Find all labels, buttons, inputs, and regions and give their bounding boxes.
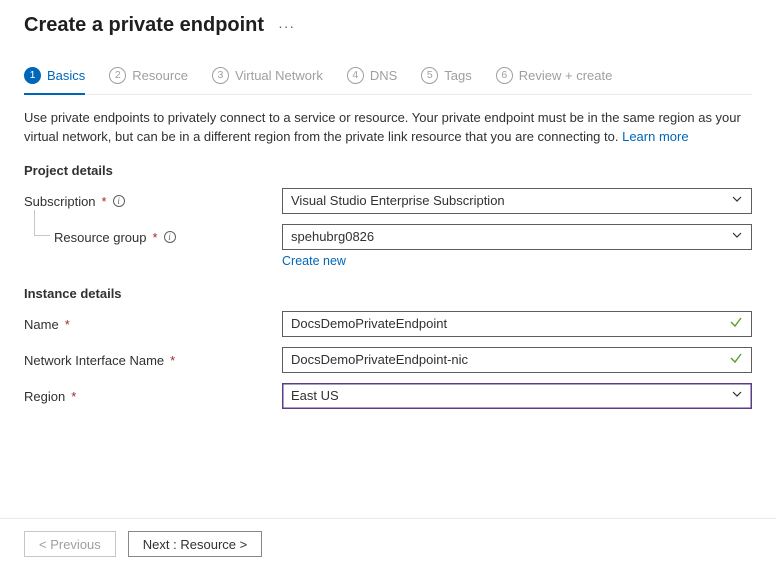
label-nic-name: Network Interface Name — [24, 353, 164, 368]
required-indicator: * — [102, 194, 107, 209]
required-indicator: * — [71, 389, 76, 404]
select-value: East US — [291, 388, 339, 403]
tab-number-icon: 2 — [109, 67, 126, 84]
label-subscription: Subscription — [24, 194, 96, 209]
info-icon[interactable]: i — [113, 195, 125, 207]
more-actions-icon[interactable]: ··· — [278, 18, 295, 34]
tab-tags[interactable]: 5 Tags — [421, 61, 471, 94]
required-indicator: * — [170, 353, 175, 368]
heading-project-details: Project details — [24, 163, 752, 178]
tab-basics[interactable]: 1 Basics — [24, 61, 85, 94]
nic-name-input[interactable]: DocsDemoPrivateEndpoint-nic — [282, 347, 752, 373]
label-name: Name — [24, 317, 59, 332]
name-input[interactable]: DocsDemoPrivateEndpoint — [282, 311, 752, 337]
tab-virtual-network[interactable]: 3 Virtual Network — [212, 61, 323, 94]
tab-dns[interactable]: 4 DNS — [347, 61, 397, 94]
page-title: Create a private endpoint — [24, 14, 264, 37]
tab-number-icon: 5 — [421, 67, 438, 84]
input-value: DocsDemoPrivateEndpoint — [291, 316, 447, 331]
label-resource-group: Resource group — [54, 230, 147, 245]
next-button[interactable]: Next : Resource > — [128, 531, 262, 557]
wizard-footer: < Previous Next : Resource > — [0, 518, 776, 569]
wizard-tabs: 1 Basics 2 Resource 3 Virtual Network 4 … — [24, 61, 752, 95]
tab-label: Tags — [444, 68, 471, 83]
tab-number-icon: 4 — [347, 67, 364, 84]
tab-resource[interactable]: 2 Resource — [109, 61, 188, 94]
chevron-down-icon — [731, 193, 743, 208]
validation-ok-icon — [729, 315, 743, 332]
resource-group-select[interactable]: spehubrg0826 — [282, 224, 752, 250]
intro-text: Use private endpoints to privately conne… — [24, 109, 752, 147]
tree-connector-icon — [34, 210, 50, 236]
create-new-rg-link[interactable]: Create new — [282, 254, 752, 268]
tab-number-icon: 1 — [24, 67, 41, 84]
chevron-down-icon — [731, 229, 743, 244]
input-value: DocsDemoPrivateEndpoint-nic — [291, 352, 468, 367]
select-value: spehubrg0826 — [291, 229, 374, 244]
tab-number-icon: 6 — [496, 67, 513, 84]
tab-label: Review + create — [519, 68, 613, 83]
heading-instance-details: Instance details — [24, 286, 752, 301]
learn-more-link[interactable]: Learn more — [622, 129, 688, 144]
tab-number-icon: 3 — [212, 67, 229, 84]
previous-button: < Previous — [24, 531, 116, 557]
label-region: Region — [24, 389, 65, 404]
required-indicator: * — [153, 230, 158, 245]
region-select[interactable]: East US — [282, 383, 752, 409]
info-icon[interactable]: i — [164, 231, 176, 243]
tab-label: Basics — [47, 68, 85, 83]
select-value: Visual Studio Enterprise Subscription — [291, 193, 505, 208]
tab-review-create[interactable]: 6 Review + create — [496, 61, 613, 94]
tab-label: DNS — [370, 68, 397, 83]
tab-label: Virtual Network — [235, 68, 323, 83]
tab-label: Resource — [132, 68, 188, 83]
chevron-down-icon — [731, 388, 743, 403]
required-indicator: * — [65, 317, 70, 332]
subscription-select[interactable]: Visual Studio Enterprise Subscription — [282, 188, 752, 214]
validation-ok-icon — [729, 351, 743, 368]
